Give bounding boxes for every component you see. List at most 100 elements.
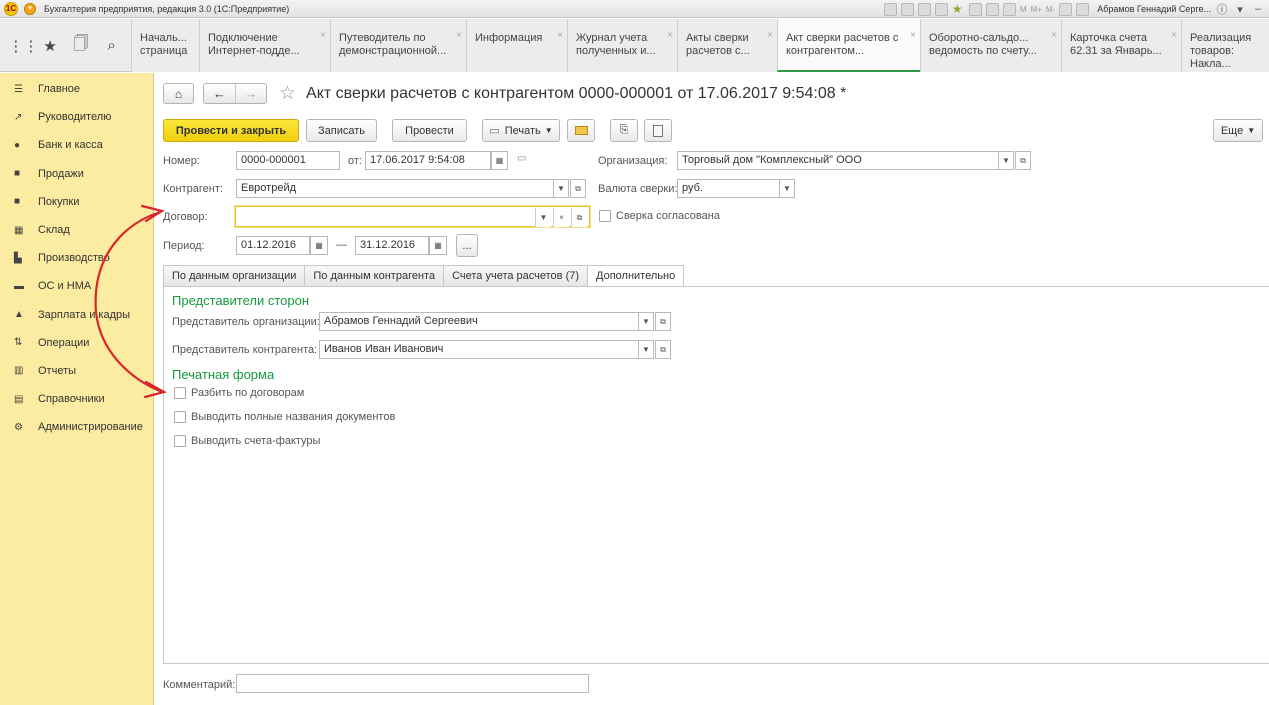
tab-turnover-balance[interactable]: Оборотно-сальдо... ведомость по счету...… — [920, 19, 1061, 72]
date-field[interactable]: 17.06.2017 9:54:08 — [365, 151, 491, 170]
close-tab-icon[interactable]: × — [767, 29, 773, 42]
period-from-calendar-button[interactable]: ▦ — [310, 236, 328, 255]
org-representative-open-button[interactable]: ⧉ — [655, 312, 671, 331]
post-and-close-button[interactable]: Провести и закрыть — [163, 119, 299, 142]
favorites-icon[interactable]: ★ — [39, 37, 61, 55]
sidebar-item-bank[interactable]: ● Банк и касса — [0, 131, 153, 159]
tab-journal[interactable]: Журнал учета полученных и... × — [567, 19, 677, 72]
link-icon[interactable] — [917, 2, 931, 16]
counterparty-open-button[interactable]: ⧉ — [570, 179, 586, 198]
currency-dropdown-button[interactable]: ▼ — [779, 179, 795, 198]
calendar-picker-button[interactable]: ▦ — [491, 151, 508, 170]
sections-grid-icon[interactable]: ⋮⋮ — [8, 37, 38, 55]
period-select-button[interactable]: ... — [456, 234, 478, 257]
sidebar-item-warehouse[interactable]: ▦ Склад — [0, 216, 153, 244]
tab-demo-guide[interactable]: Путеводитель по демонстрационной... × — [330, 19, 466, 72]
cp-representative-field[interactable]: Иванов Иван Иванович — [319, 340, 641, 359]
more-button[interactable]: Еще ▼ — [1213, 119, 1263, 142]
back-arrow-icon[interactable]: ← — [204, 84, 235, 103]
close-tab-icon[interactable]: × — [456, 29, 462, 42]
post-button[interactable]: Провести — [392, 119, 467, 142]
calculator-icon[interactable] — [883, 2, 897, 16]
sidebar-item-director[interactable]: ↗ Руководителю — [0, 103, 153, 131]
tab-settlement-accounts[interactable]: Счета учета расчетов (7) — [443, 265, 588, 287]
contract-open-button[interactable]: ⧉ — [571, 208, 587, 227]
sidebar-item-sales[interactable]: ■ Продажи — [0, 160, 153, 188]
print-button[interactable]: ▭ Печать ▼ — [482, 119, 560, 142]
app-logo-icon[interactable]: 1С — [4, 1, 18, 16]
search-icon[interactable]: ⌕ — [101, 37, 123, 54]
organization-dropdown-button[interactable]: ▼ — [998, 151, 1014, 170]
tab-information[interactable]: Информация × — [466, 19, 567, 72]
period-to-calendar-button[interactable]: ▦ — [429, 236, 447, 255]
favorites-star-icon[interactable]: ★ — [952, 3, 965, 16]
sidebar-item-purchases[interactable]: ■ Покупки — [0, 188, 153, 216]
counterparty-field[interactable]: Евротрейд — [236, 179, 556, 198]
close-tab-icon[interactable]: × — [1051, 29, 1057, 42]
main-menu-icon[interactable]: ▾ — [24, 2, 36, 15]
home-button[interactable]: ⌂ — [163, 83, 194, 104]
tab-home-page[interactable]: Началь... страница — [131, 19, 199, 72]
memory-minus-button[interactable]: M- — [1046, 5, 1055, 14]
period-from-field[interactable]: 01.12.2016 — [236, 236, 310, 255]
tab-sales[interactable]: Реализация товаров: Накла... — [1181, 19, 1269, 72]
sidebar-item-reports[interactable]: ▥ Отчеты — [0, 357, 153, 385]
close-tab-icon[interactable]: × — [667, 29, 673, 42]
history-icon[interactable] — [968, 2, 982, 16]
sidebar-item-admin[interactable]: ⚙ Администрирование — [0, 413, 153, 441]
keyboard-icon[interactable]: ▭ — [517, 153, 526, 164]
org-representative-field[interactable]: Абрамов Геннадий Сергеевич — [319, 312, 641, 331]
sidebar-item-fixed-assets[interactable]: ▬ ОС и НМА — [0, 272, 153, 300]
tab-internet-support[interactable]: Подключение Интернет-подде... × — [199, 19, 330, 72]
memory-plus-button[interactable]: M+ — [1031, 5, 1042, 14]
reconciliation-agreed-checkbox[interactable] — [599, 210, 611, 222]
email-button[interactable] — [567, 119, 595, 142]
tab-counterparty-data[interactable]: По данным контрагента — [304, 265, 444, 287]
clipboard-icon[interactable] — [934, 2, 948, 16]
close-tab-icon[interactable]: × — [1171, 29, 1177, 42]
full-doc-names-checkbox[interactable] — [174, 411, 186, 423]
more-menu-icon[interactable]: ▾ — [1233, 3, 1247, 16]
period-to-field[interactable]: 31.12.2016 — [355, 236, 429, 255]
comment-field[interactable] — [236, 674, 589, 693]
info-icon[interactable]: ⓘ — [1215, 1, 1229, 17]
panels-icon[interactable] — [1059, 2, 1073, 16]
tab-reconciliation-list[interactable]: Акты сверки расчетов с... × — [677, 19, 777, 72]
memory-button[interactable]: M — [1020, 5, 1027, 14]
currency-field[interactable]: руб. — [677, 179, 782, 198]
close-tab-icon[interactable]: × — [320, 29, 326, 42]
sidebar-item-main[interactable]: ☰ Главное — [0, 75, 153, 103]
save-button[interactable]: Записать — [306, 119, 377, 142]
current-user[interactable]: Абрамов Геннадий Серге... — [1097, 4, 1211, 14]
forward-arrow-icon[interactable]: → — [235, 84, 266, 103]
document-icon[interactable] — [1002, 2, 1016, 16]
cp-representative-open-button[interactable]: ⧉ — [655, 340, 671, 359]
cp-representative-dropdown-button[interactable]: ▼ — [638, 340, 654, 359]
favorite-star-icon[interactable]: ☆ — [279, 83, 296, 104]
number-field[interactable]: 0000-000001 — [236, 151, 340, 170]
history-icon[interactable]: 🗍 — [70, 33, 92, 58]
notes-icon[interactable] — [985, 2, 999, 16]
organization-field[interactable]: Торговый дом "Комплексный" ООО — [677, 151, 1003, 170]
contract-dropdown-button[interactable]: ▼ — [535, 208, 551, 227]
tab-additional[interactable]: Дополнительно — [587, 265, 685, 287]
tab-org-data[interactable]: По данным организации — [163, 265, 305, 287]
org-representative-dropdown-button[interactable]: ▼ — [638, 312, 654, 331]
split-by-contracts-checkbox[interactable] — [174, 387, 186, 399]
show-invoices-checkbox[interactable] — [174, 435, 186, 447]
report-structure-button[interactable] — [644, 119, 672, 142]
minimize-icon[interactable]: – — [1251, 3, 1265, 15]
close-tab-icon[interactable]: × — [557, 29, 563, 42]
sidebar-item-payroll[interactable]: ▲ Зарплата и кадры — [0, 301, 153, 329]
organization-open-button[interactable]: ⧉ — [1015, 151, 1031, 170]
attach-file-button[interactable]: ⎘ — [610, 119, 638, 142]
tab-account-card[interactable]: Карточка счета 62.31 за Январь... × — [1061, 19, 1181, 72]
sidebar-item-catalogs[interactable]: ▤ Справочники — [0, 385, 153, 413]
counterparty-dropdown-button[interactable]: ▼ — [553, 179, 569, 198]
close-tab-icon[interactable]: × — [910, 29, 916, 42]
contract-clear-button[interactable]: × — [553, 208, 569, 227]
sidebar-item-production[interactable]: ▙ Производство — [0, 244, 153, 272]
tab-reconciliation-act[interactable]: Акт сверки расчетов с контрагентом... × — [777, 19, 920, 72]
sidebar-item-operations[interactable]: ⇅ Операции — [0, 329, 153, 357]
calendar-icon[interactable] — [900, 2, 914, 16]
